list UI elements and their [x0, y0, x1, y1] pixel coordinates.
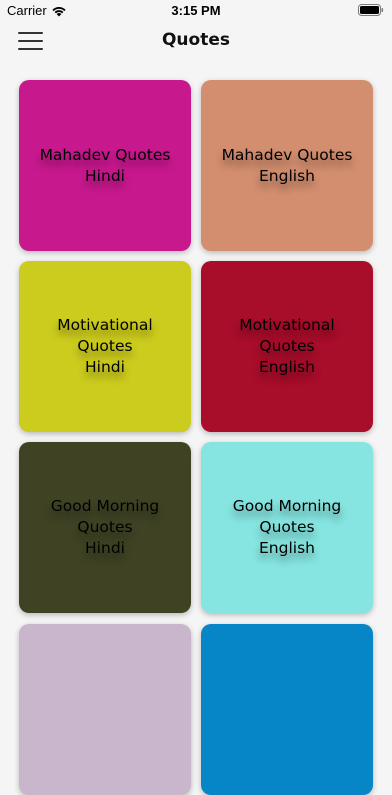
tile-good-morning-quotes-hindi[interactable]: Good Morning Quotes Hindi — [19, 442, 191, 613]
battery-icon — [358, 4, 384, 16]
page-title: Quotes — [161, 30, 230, 50]
tile-mahadev-quotes-hindi[interactable]: Mahadev Quotes Hindi — [19, 80, 191, 251]
status-bar: Carrier 3:15 PM — [0, 0, 392, 22]
tile-partial-blue[interactable] — [201, 624, 373, 795]
tile-motivational-quotes-english[interactable]: Motivational Quotes English — [201, 261, 373, 432]
tile-mahadev-quotes-english[interactable]: Mahadev Quotes English — [201, 80, 373, 251]
tile-label: Good Morning Quotes Hindi — [50, 497, 160, 557]
tile-good-morning-quotes-english[interactable]: Good Morning Quotes English — [201, 442, 373, 613]
status-time: 3:15 PM — [171, 3, 221, 18]
tile-motivational-quotes-hindi[interactable]: Motivational Quotes Hindi — [19, 261, 191, 432]
tile-label: Mahadev Quotes Hindi — [39, 145, 171, 185]
tile-partial-lilac[interactable] — [19, 624, 191, 795]
navigation-bar: Quotes — [0, 22, 392, 62]
tile-label: Mahadev Quotes English — [221, 145, 353, 185]
tile-label: Motivational Quotes English — [239, 316, 335, 376]
tile-label: Good Morning Quotes English — [232, 497, 342, 557]
tile-label: Motivational Quotes Hindi — [57, 316, 153, 376]
